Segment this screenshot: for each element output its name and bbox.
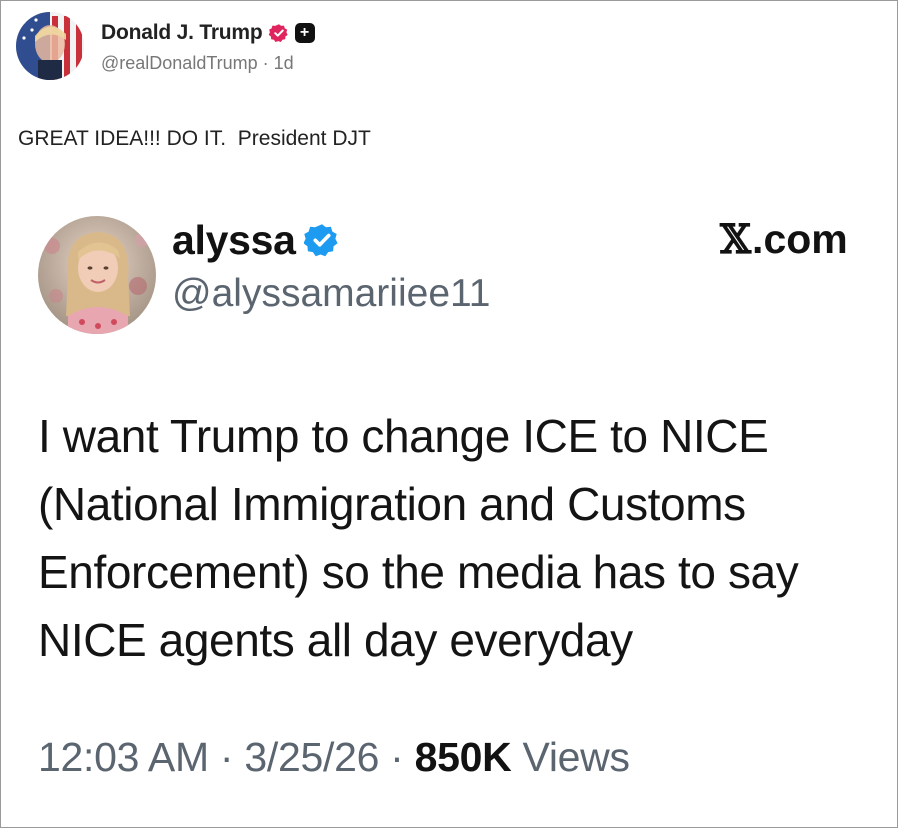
post-age[interactable]: 1d [274, 53, 294, 73]
author-avatar-image [16, 12, 84, 80]
x-logo-icon: 𝕏 [720, 216, 752, 263]
tweet-time: 12:03 AM [38, 734, 209, 780]
embedded-tweet-line: (National Immigration and Customs [38, 478, 746, 530]
author-handle-row: @realDonaldTrump · 1d [101, 53, 315, 74]
verified-badge-blue-icon [303, 224, 338, 257]
embedded-author-name-row: alyssa [172, 212, 340, 268]
views-label: Views [511, 734, 630, 780]
post-text: GREAT IDEA!!! DO IT. President DJT [18, 127, 371, 150]
embedded-avatar-image [38, 216, 156, 334]
plus-square-icon: + [294, 22, 315, 43]
post-meta: Donald J. Trump + @realDonaldTrump · 1d [101, 19, 315, 74]
embedded-author-name: alyssa [172, 216, 296, 263]
author-display-name[interactable]: Donald J. Trump [101, 21, 263, 45]
x-brand-suffix: .com [752, 216, 848, 262]
embedded-author-avatar [38, 216, 156, 334]
post-header: Donald J. Trump + @realDonaldTrump · 1d [16, 12, 315, 80]
embedded-author-handle: @alyssamariiee11 [172, 272, 491, 315]
x-brand-label: 𝕏 .com [720, 216, 848, 263]
footer-separator: · [208, 734, 245, 780]
author-handle[interactable]: @realDonaldTrump [101, 53, 258, 73]
embedded-tweet-line: Enforcement) so the media has to say [38, 546, 799, 598]
tweet-date: 3/25/26 [244, 734, 380, 780]
embedded-tweet-line: I want Trump to change ICE to NICE [38, 410, 769, 462]
author-name-row: Donald J. Trump + [101, 19, 315, 47]
embedded-tweet-footer: 12:03 AM · 3/25/26 · 850K Views [38, 734, 630, 781]
verified-badge-red-icon [268, 23, 288, 42]
meta-separator: · [257, 52, 274, 73]
embedded-tweet-line: NICE agents all day everyday [38, 614, 633, 666]
author-avatar[interactable] [16, 12, 84, 80]
embedded-tweet-text: I want Trump to change ICE to NICE (Nati… [38, 402, 888, 674]
views-count: 850K [414, 734, 512, 780]
footer-separator: · [379, 734, 415, 780]
